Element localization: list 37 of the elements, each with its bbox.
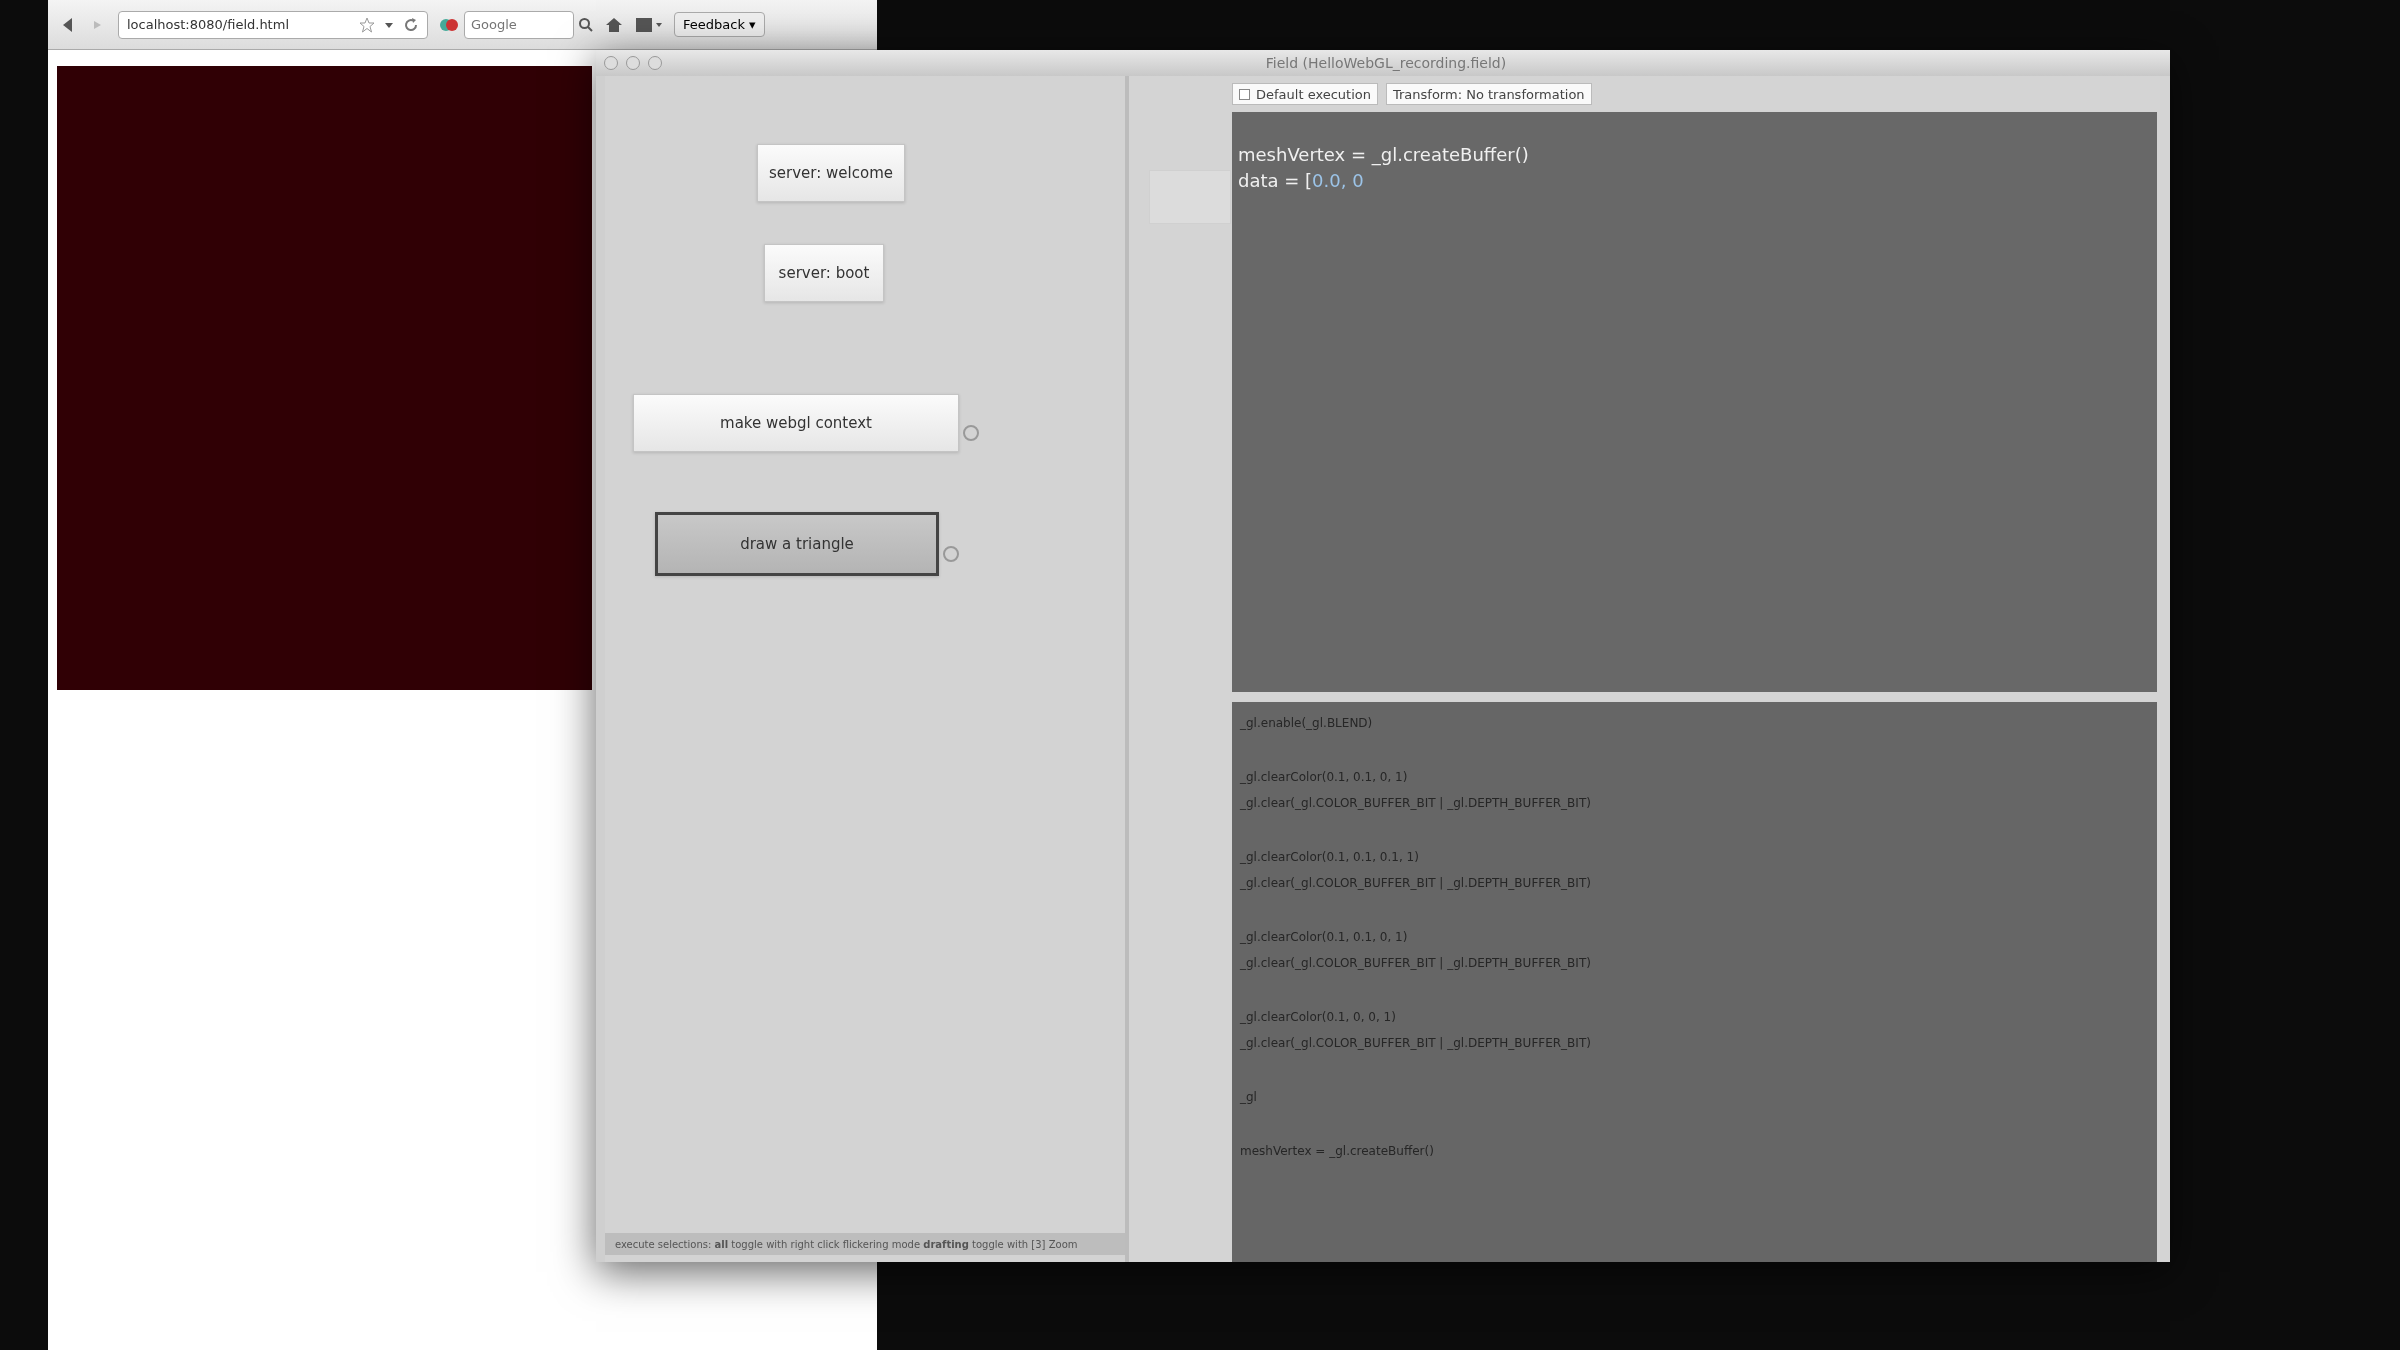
- canvas-button[interactable]: make webgl context: [633, 394, 959, 452]
- code-line: data = [0.0, 0: [1238, 169, 1365, 193]
- search-field[interactable]: Google: [464, 10, 574, 39]
- zoom-icon[interactable]: [648, 56, 662, 70]
- code-line: _gl.clear(_gl.COLOR_BUFFER_BIT | _gl.DEPTH_BUFFER_BIT): [1240, 795, 1592, 812]
- address-bar[interactable]: localhost:8080/field.html: [118, 10, 428, 39]
- tab-label: Transform: No transformation: [1393, 86, 1585, 102]
- code-line: _gl.clearColor(0.1, 0.1, 0, 1): [1240, 769, 1409, 786]
- canvas-button[interactable]: server: welcome: [757, 144, 905, 202]
- checkbox[interactable]: [1239, 88, 1250, 100]
- tab-label: Default execution: [1256, 86, 1371, 102]
- code-line: _gl.clear(_gl.COLOR_BUFFER_BIT | _gl.DEPTH_BUFFER_BIT): [1240, 875, 1592, 892]
- reload-icon[interactable]: [403, 16, 419, 33]
- canvas-button[interactable]: draw a triangle: [655, 512, 939, 576]
- code-editor[interactable]: meshVertex = _gl.createBuffer() data = [0.0, 0: [1232, 112, 2157, 692]
- status-text: execute selections: all toggle with right click flickering mode drafting toggle with [3] Zoom: [615, 1238, 1078, 1250]
- code-line: _gl: [1240, 1089, 1258, 1106]
- code-line: _gl.clear(_gl.COLOR_BUFFER_BIT | _gl.DEPTH_BUFFER_BIT): [1240, 1035, 1592, 1052]
- feedback-button[interactable]: Feedback ▾: [674, 12, 765, 37]
- code-line: meshVertex = _gl.createBuffer(): [1240, 1143, 1435, 1160]
- search-icon[interactable]: [578, 16, 594, 33]
- handle-icon[interactable]: [963, 425, 979, 441]
- code-line: _gl.clearColor(0.1, 0.1, 0, 1): [1240, 929, 1409, 946]
- window-title: Field (HelloWebGL_recording.field): [1264, 55, 1508, 71]
- url-text: localhost:8080/field.html: [127, 17, 290, 32]
- code-line: _gl.enable(_gl.BLEND): [1240, 715, 1374, 732]
- tab[interactable]: Transform: No transformation: [1386, 83, 1592, 105]
- code-line: _gl.clearColor(0.1, 0, 0, 1): [1240, 1009, 1397, 1026]
- canvas-button[interactable]: server: boot: [764, 244, 884, 302]
- code-line: meshVertex = _gl.createBuffer(): [1238, 143, 1530, 168]
- tab[interactable]: Default execution: [1232, 83, 1378, 105]
- close-icon[interactable]: [604, 56, 618, 70]
- minimize-icon[interactable]: [626, 56, 640, 70]
- code-line: _gl.clear(_gl.COLOR_BUFFER_BIT | _gl.DEPTH_BUFFER_BIT): [1240, 955, 1592, 972]
- handle-icon[interactable]: [943, 546, 959, 562]
- star-icon[interactable]: [359, 16, 375, 33]
- code-line: _gl.clearColor(0.1, 0.1, 0.1, 1): [1240, 849, 1420, 866]
